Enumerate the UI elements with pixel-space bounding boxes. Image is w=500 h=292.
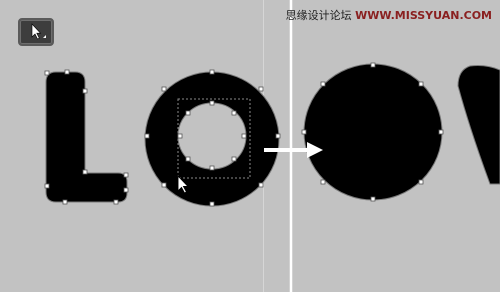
anchor-points-o-inner[interactable] <box>177 100 247 171</box>
canvas-area[interactable]: 思缘设计论坛 WWW.MISSYUAN.COM <box>0 0 500 292</box>
artboard[interactable] <box>0 0 500 292</box>
partial-letter-shape[interactable] <box>457 65 500 185</box>
watermark-cn-text: 思缘设计论坛 <box>285 9 352 22</box>
watermark: 思缘设计论坛 WWW.MISSYUAN.COM <box>286 7 492 23</box>
direct-selection-arrow-icon <box>31 23 46 40</box>
direct-selection-tool-button[interactable] <box>18 18 54 46</box>
watermark-url-text: WWW.MISSYUAN.COM <box>355 9 492 22</box>
